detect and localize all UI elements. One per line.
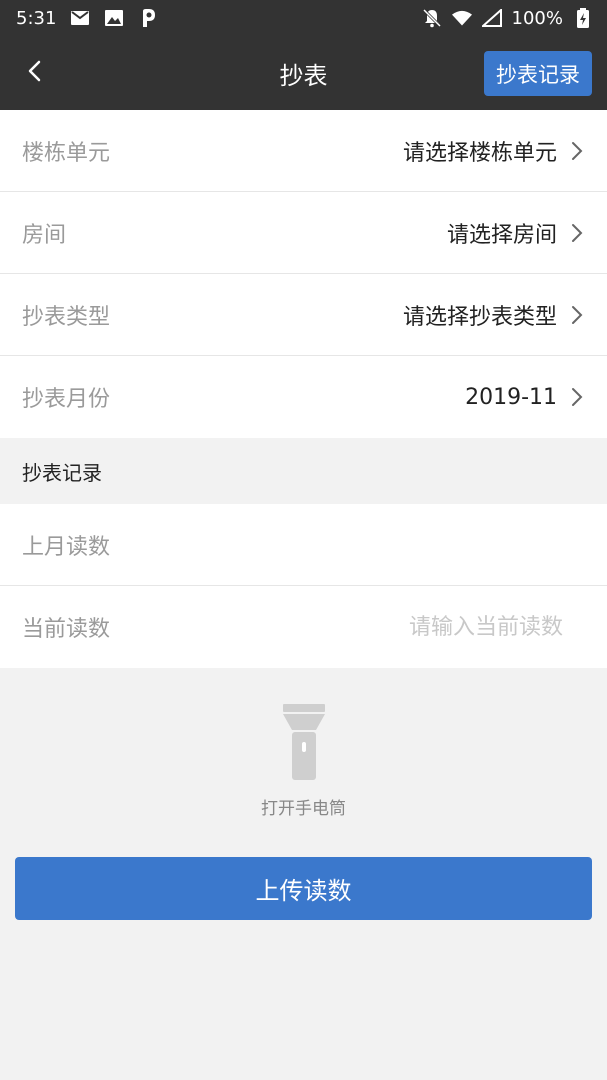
bell-off-icon xyxy=(422,8,442,28)
mail-icon xyxy=(70,8,90,28)
flashlight-toggle[interactable]: 打开手电筒 xyxy=(0,704,607,819)
page-title: 抄表 xyxy=(279,61,328,90)
room-row[interactable]: 房间 请选择房间 xyxy=(0,192,607,274)
records-section-title: 抄表记录 xyxy=(0,438,607,504)
current-reading-input[interactable] xyxy=(363,614,563,640)
meter-month-value: 2019-11 xyxy=(465,384,557,410)
meter-month-label: 抄表月份 xyxy=(22,387,111,412)
meter-records-button[interactable]: 抄表记录 xyxy=(484,51,592,96)
building-unit-row[interactable]: 楼栋单元 请选择楼栋单元 xyxy=(0,110,607,192)
current-reading-label: 当前读数 xyxy=(22,617,111,642)
image-icon xyxy=(104,8,124,28)
chevron-right-icon xyxy=(567,221,587,245)
building-unit-label: 楼栋单元 xyxy=(22,140,111,166)
last-reading-label: 上月读数 xyxy=(22,534,111,560)
status-time: 5:31 xyxy=(16,7,57,29)
chevron-right-icon xyxy=(567,385,587,409)
chevron-right-icon xyxy=(567,303,587,327)
wifi-icon xyxy=(451,8,472,28)
current-reading-row: 当前读数 xyxy=(0,586,607,668)
battery-icon xyxy=(573,8,593,28)
chevron-left-icon xyxy=(27,60,41,86)
p-app-icon xyxy=(138,8,158,28)
meter-type-value: 请选择抄表类型 xyxy=(402,304,557,330)
last-reading-row: 上月读数 xyxy=(0,504,607,586)
meter-month-row[interactable]: 抄表月份 2019-11 xyxy=(0,356,607,438)
building-unit-value: 请选择楼栋单元 xyxy=(402,140,557,166)
back-button[interactable] xyxy=(14,53,54,93)
flashlight-label: 打开手电筒 xyxy=(261,799,346,819)
flashlight-icon xyxy=(282,704,326,786)
nav-bar: 抄表 抄表记录 xyxy=(0,36,607,110)
meter-type-row[interactable]: 抄表类型 请选择抄表类型 xyxy=(0,274,607,356)
status-bar: 5:31 100% xyxy=(0,0,607,36)
signal-icon xyxy=(481,8,502,28)
selection-form: 楼栋单元 请选择楼栋单元 房间 请选择房间 抄表类型 请选择抄表类型 抄表月份 … xyxy=(0,110,607,438)
upload-reading-button[interactable]: 上传读数 xyxy=(15,857,592,920)
chevron-right-icon xyxy=(567,139,587,163)
room-value: 请选择房间 xyxy=(446,222,557,248)
room-label: 房间 xyxy=(22,222,67,248)
readings-form: 上月读数 当前读数 xyxy=(0,504,607,668)
meter-type-label: 抄表类型 xyxy=(22,304,111,330)
battery-percent: 100% xyxy=(511,7,563,29)
